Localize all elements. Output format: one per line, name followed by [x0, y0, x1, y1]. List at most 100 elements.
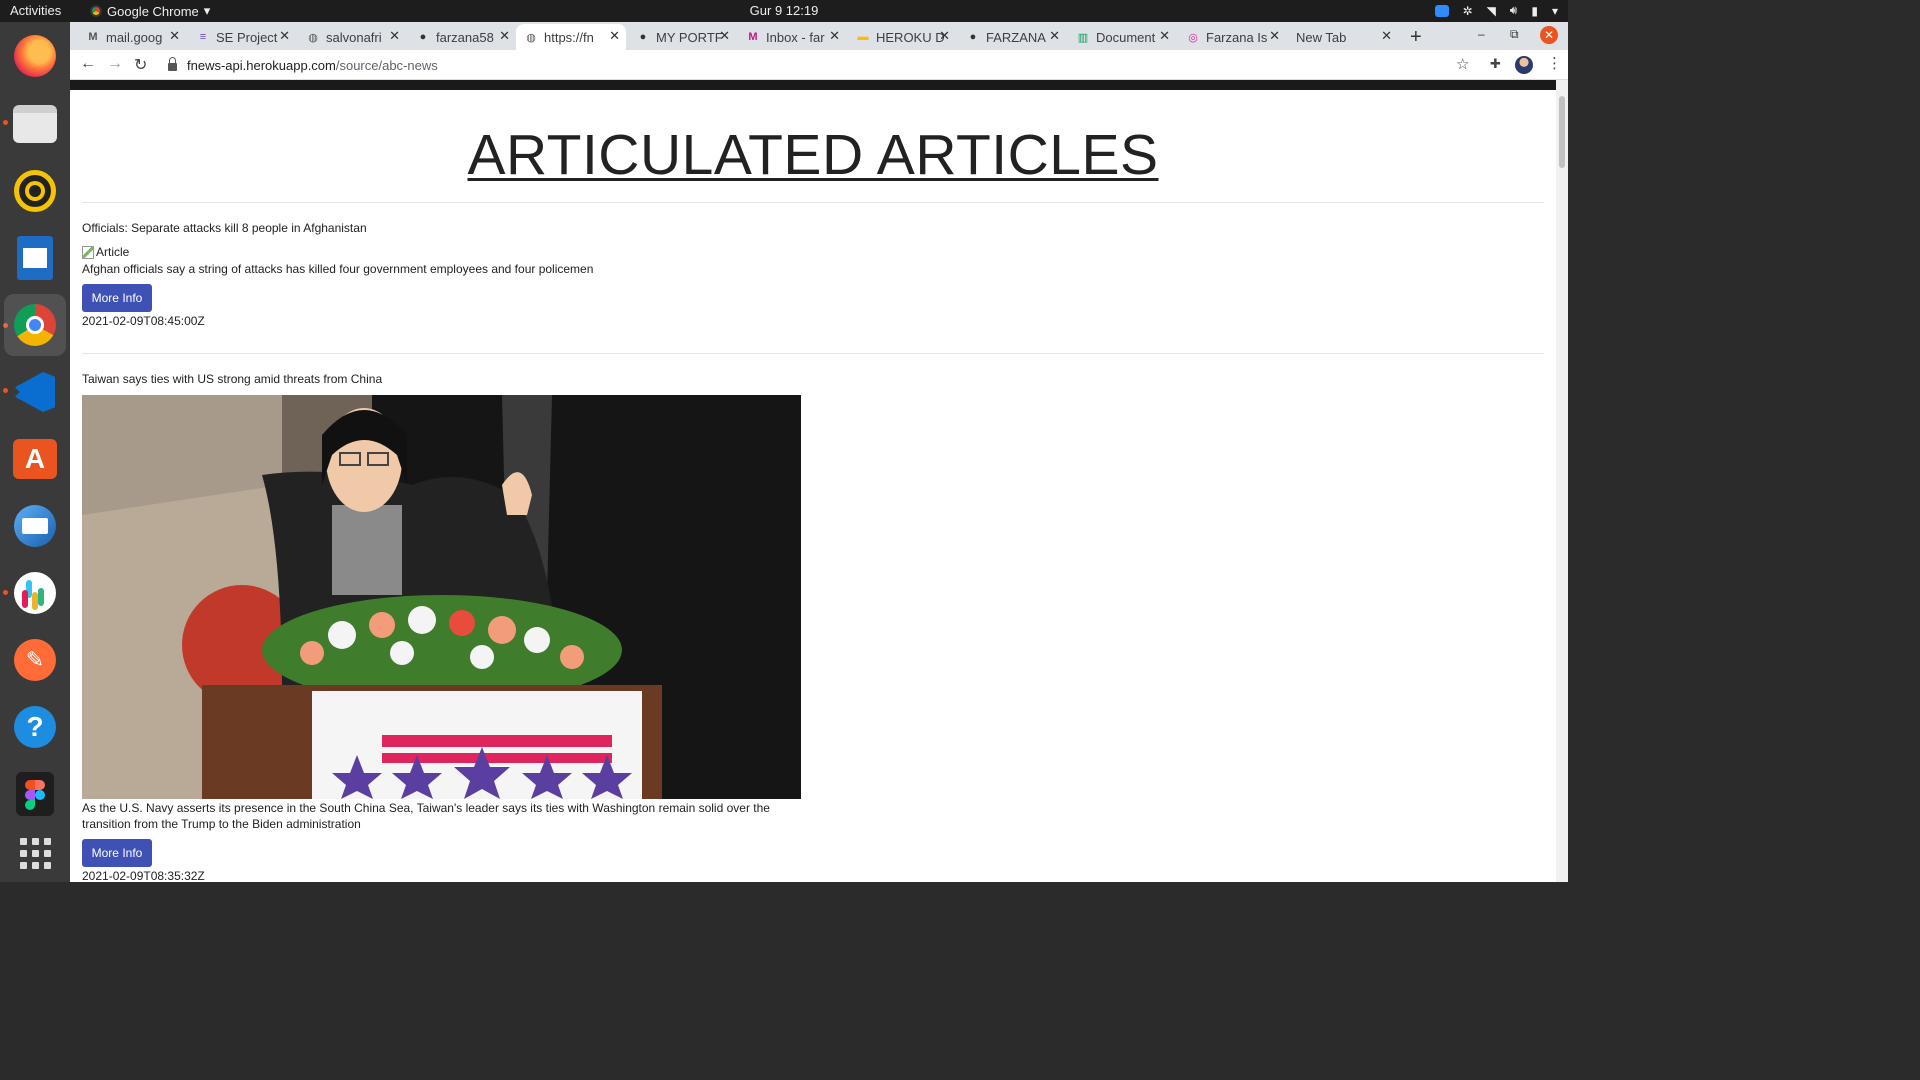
rhythmbox-icon [14, 170, 56, 212]
browser-tab[interactable]: ◎ Farzana Is ✕ [1178, 24, 1286, 50]
tab-close-icon[interactable]: ✕ [609, 28, 620, 44]
clock[interactable]: Gur 9 12:19 [0, 3, 1568, 18]
tab-close-icon[interactable]: ✕ [829, 28, 840, 44]
system-top-bar: Activities Google Chrome ▾ Gur 9 12:19 ✲… [0, 0, 1568, 22]
browser-tab[interactable]: ◍ salvonafri ✕ [298, 24, 406, 50]
tab-close-icon[interactable]: ✕ [1269, 28, 1280, 44]
figma-shape [25, 790, 35, 800]
tab-close-icon[interactable]: ✕ [389, 28, 400, 44]
files-launcher[interactable] [10, 99, 60, 149]
slack-launcher[interactable] [10, 568, 60, 618]
minimize-button[interactable]: – [1478, 27, 1485, 41]
divider [82, 202, 1544, 203]
tab-title: https://fn [544, 29, 594, 45]
wifi-icon[interactable]: ◥ [1487, 4, 1496, 18]
extensions-icon[interactable]: ✚ [1490, 56, 1501, 72]
chrome-launcher[interactable] [4, 294, 66, 356]
rhythmbox-launcher[interactable] [10, 166, 60, 216]
forward-button[interactable]: → [107, 55, 123, 73]
show-applications-button[interactable] [10, 828, 60, 878]
page-scrollbar[interactable] [1556, 80, 1568, 882]
restore-button[interactable]: ⧉ [1510, 27, 1519, 42]
slack-bar [22, 590, 28, 608]
tab-close-icon[interactable]: ✕ [279, 28, 290, 44]
url-host: fnews-api.herokuapp.com [187, 57, 336, 73]
article-image-broken: Article [82, 245, 129, 259]
postman-launcher[interactable]: ✎ [10, 635, 60, 685]
figma-shape [35, 780, 45, 790]
article-photo [82, 395, 801, 799]
browser-tab[interactable]: M Inbox - far ✕ [738, 24, 846, 50]
app-store-icon: A [13, 439, 57, 479]
browser-tab[interactable]: New Tab ✕ [1288, 24, 1398, 50]
battery-icon[interactable]: ▮ [1531, 4, 1538, 18]
more-info-button[interactable]: More Info [82, 284, 152, 312]
close-window-button[interactable]: ✕ [1540, 26, 1558, 44]
browser-tab[interactable]: ● FARZANA ✕ [958, 24, 1066, 50]
reload-button[interactable]: ↻ [134, 55, 147, 75]
tab-close-icon[interactable]: ✕ [1159, 28, 1170, 44]
slack-icon [14, 572, 56, 614]
browser-tab[interactable]: ◍ https://fn ✕ [516, 24, 626, 50]
tab-title: FARZANA [986, 29, 1046, 45]
tab-title: salvonafri [326, 29, 382, 45]
article-date: 2021-02-09T08:45:00Z [82, 314, 205, 328]
browser-tab[interactable]: ▬ HEROKU D ✕ [848, 24, 956, 50]
writer-launcher[interactable] [10, 233, 60, 283]
chrome-icon [14, 304, 56, 346]
figma-launcher[interactable] [10, 769, 60, 819]
tab-close-icon[interactable]: ✕ [939, 28, 950, 44]
system-menu-arrow-icon[interactable]: ▾ [1552, 4, 1558, 18]
new-tab-button[interactable]: + [1410, 26, 1422, 49]
software-launcher[interactable]: A [10, 434, 60, 484]
browser-tab[interactable]: ● MY PORTF ✕ [628, 24, 736, 50]
browser-tab[interactable]: ▥ Document ✕ [1068, 24, 1176, 50]
tab-title: farzana58 [436, 29, 494, 45]
figma-icon [16, 772, 54, 816]
volume-icon[interactable]: 🔊︎ [1510, 3, 1518, 18]
tab-title: SE Project [216, 29, 278, 45]
help-launcher[interactable]: ? [10, 702, 60, 752]
libreoffice-writer-icon [17, 236, 53, 280]
tab-title: Inbox - far [766, 29, 825, 45]
tab-title: mail.goog [106, 29, 163, 45]
zoom-icon[interactable] [1434, 4, 1449, 17]
tab-title: New Tab [1296, 29, 1347, 45]
browser-tab[interactable]: ≡ SE Project ✕ [188, 24, 296, 50]
slack-bar [32, 592, 38, 610]
profile-avatar[interactable] [1515, 56, 1533, 74]
docs-icon: ≡ [199, 31, 207, 43]
github-icon: ● [969, 31, 977, 43]
vscode-launcher[interactable] [10, 367, 60, 417]
globe-icon: ◍ [526, 31, 536, 44]
github-icon: ● [639, 31, 647, 43]
tab-close-icon[interactable]: ✕ [169, 28, 180, 44]
chrome-menu-icon[interactable]: ⋮ [1547, 54, 1562, 72]
address-bar[interactable]: fnews-api.herokuapp.com/source/abc-news [160, 53, 1478, 77]
tab-title: MY PORTF [656, 29, 723, 45]
article-date: 2021-02-09T08:35:32Z [82, 869, 205, 882]
browser-tab[interactable]: Mmail.goog ✕ [78, 24, 186, 50]
lock-icon[interactable] [168, 57, 177, 71]
page-title: ARTICULATED ARTICLES [467, 123, 1159, 187]
running-indicator [3, 590, 8, 595]
back-button[interactable]: ← [80, 55, 96, 73]
tab-close-icon[interactable]: ✕ [719, 28, 730, 44]
tab-title: Document [1096, 29, 1156, 45]
thunderbird-launcher[interactable] [10, 501, 60, 551]
gmail-icon: M [748, 31, 758, 43]
files-icon [13, 105, 57, 143]
bookmark-star-icon[interactable]: ☆ [1456, 55, 1469, 73]
tab-close-icon[interactable]: ✕ [1381, 28, 1392, 44]
navbar [70, 80, 1556, 90]
firefox-launcher[interactable] [10, 31, 60, 81]
article-description: As the U.S. Navy asserts its presence in… [82, 801, 770, 831]
tab-close-icon[interactable]: ✕ [1049, 28, 1060, 44]
tab-close-icon[interactable]: ✕ [499, 28, 510, 44]
system-tray[interactable]: ✲ ◥ 🔊︎ ▮ ▾ [1434, 3, 1558, 18]
more-info-button[interactable]: More Info [82, 839, 152, 867]
browser-tab[interactable]: ● farzana58 ✕ [408, 24, 516, 50]
app-grid-icon [19, 837, 51, 869]
scrollbar-thumb[interactable] [1559, 96, 1565, 168]
slack-tray-icon[interactable]: ✲ [1463, 4, 1473, 18]
